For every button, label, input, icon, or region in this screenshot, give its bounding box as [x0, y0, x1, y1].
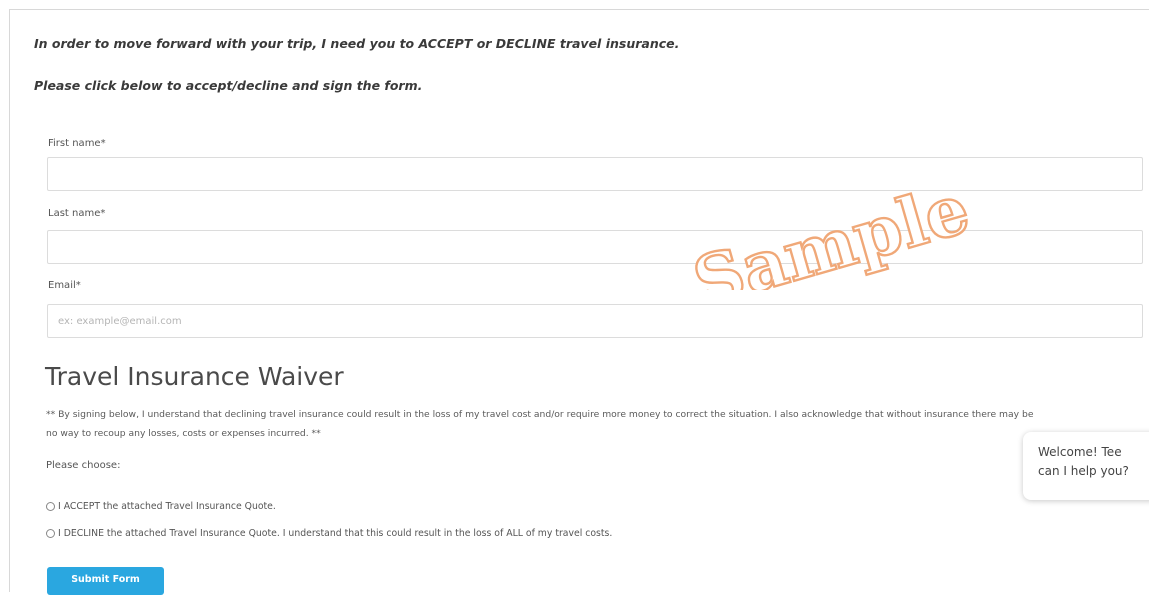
decline-option-label: I DECLINE the attached Travel Insurance …	[58, 528, 613, 539]
chat-welcome-bubble[interactable]: Welcome! Tee can I help you?	[1023, 432, 1149, 500]
decline-option[interactable]: I DECLINE the attached Travel Insurance …	[46, 528, 612, 539]
accept-option-label: I ACCEPT the attached Travel Insurance Q…	[58, 501, 276, 512]
email-input[interactable]	[47, 304, 1143, 338]
accept-radio[interactable]	[46, 502, 55, 511]
chat-welcome-line-2: can I help you?	[1038, 464, 1129, 478]
accept-option[interactable]: I ACCEPT the attached Travel Insurance Q…	[46, 501, 276, 512]
last-name-label: Last name*	[48, 208, 106, 219]
first-name-input[interactable]	[47, 157, 1143, 191]
waiver-title: Travel Insurance Waiver	[45, 362, 344, 391]
email-label: Email*	[48, 280, 81, 291]
intro-instruction: In order to move forward with your trip,…	[34, 36, 680, 51]
choose-label: Please choose:	[46, 460, 121, 471]
decline-radio[interactable]	[46, 529, 55, 538]
waiver-disclaimer: ** By signing below, I understand that d…	[46, 409, 1034, 439]
first-name-label: First name*	[48, 138, 106, 149]
last-name-input[interactable]	[47, 230, 1143, 264]
submit-form-button[interactable]: Submit Form	[47, 567, 164, 595]
intro-click-instruction: Please click below to accept/decline and…	[34, 78, 423, 93]
chat-welcome-line-1: Welcome! Tee	[1038, 445, 1122, 459]
